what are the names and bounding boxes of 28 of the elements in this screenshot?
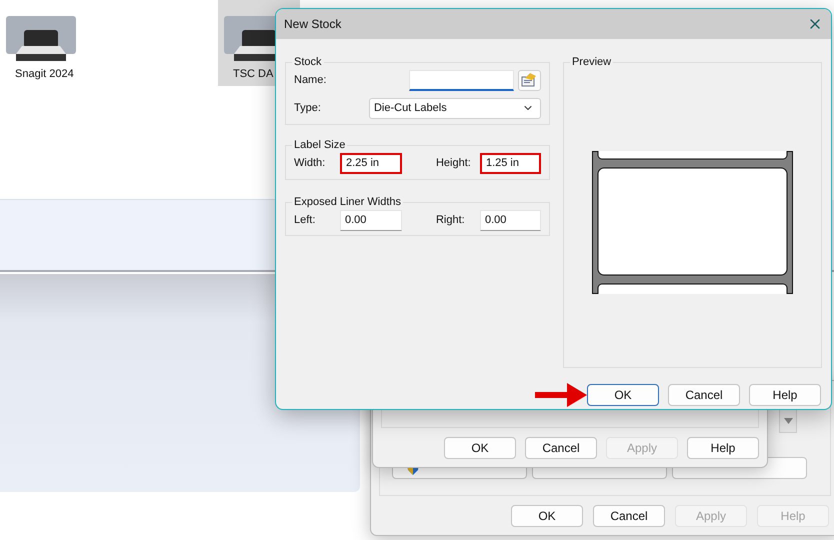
field-label: Width: <box>294 157 326 169</box>
group-title: Preview <box>570 56 612 68</box>
dialog-button[interactable]: Help <box>749 384 821 406</box>
group-title: Exposed Liner Widths <box>293 196 402 208</box>
browse-button[interactable] <box>518 70 541 90</box>
printer-icon <box>6 16 76 62</box>
field-label: Type: <box>294 102 322 114</box>
dialog-button[interactable]: OK <box>444 437 516 459</box>
dialog-button[interactable]: Cancel <box>525 437 597 459</box>
input-field[interactable]: 2.25 in <box>340 152 402 174</box>
dialog-button[interactable]: Help <box>687 437 759 459</box>
dialog-button[interactable]: Cancel <box>668 384 740 406</box>
card-icon <box>521 73 538 87</box>
type-dropdown[interactable]: Die-Cut Labels <box>368 98 541 118</box>
field-label: Height: <box>436 157 472 169</box>
field-label: Right: <box>436 214 466 226</box>
input-field[interactable]: 1.25 in <box>480 152 541 174</box>
dialog-button[interactable]: Cancel <box>593 505 665 527</box>
dialog-button[interactable]: OK <box>587 384 659 406</box>
name-field[interactable] <box>408 70 514 90</box>
printer-name: TSC DA <box>233 68 274 80</box>
printer-tile[interactable]: Snagit 2024 <box>0 0 82 86</box>
dialog-button[interactable]: OK <box>511 505 583 527</box>
printer-name: Snagit 2024 <box>15 68 74 80</box>
input-field[interactable]: 0.00 <box>480 210 541 230</box>
field-label: Left: <box>294 214 316 226</box>
input-field[interactable]: 0.00 <box>340 210 402 230</box>
group-title: Label Size <box>293 139 346 151</box>
